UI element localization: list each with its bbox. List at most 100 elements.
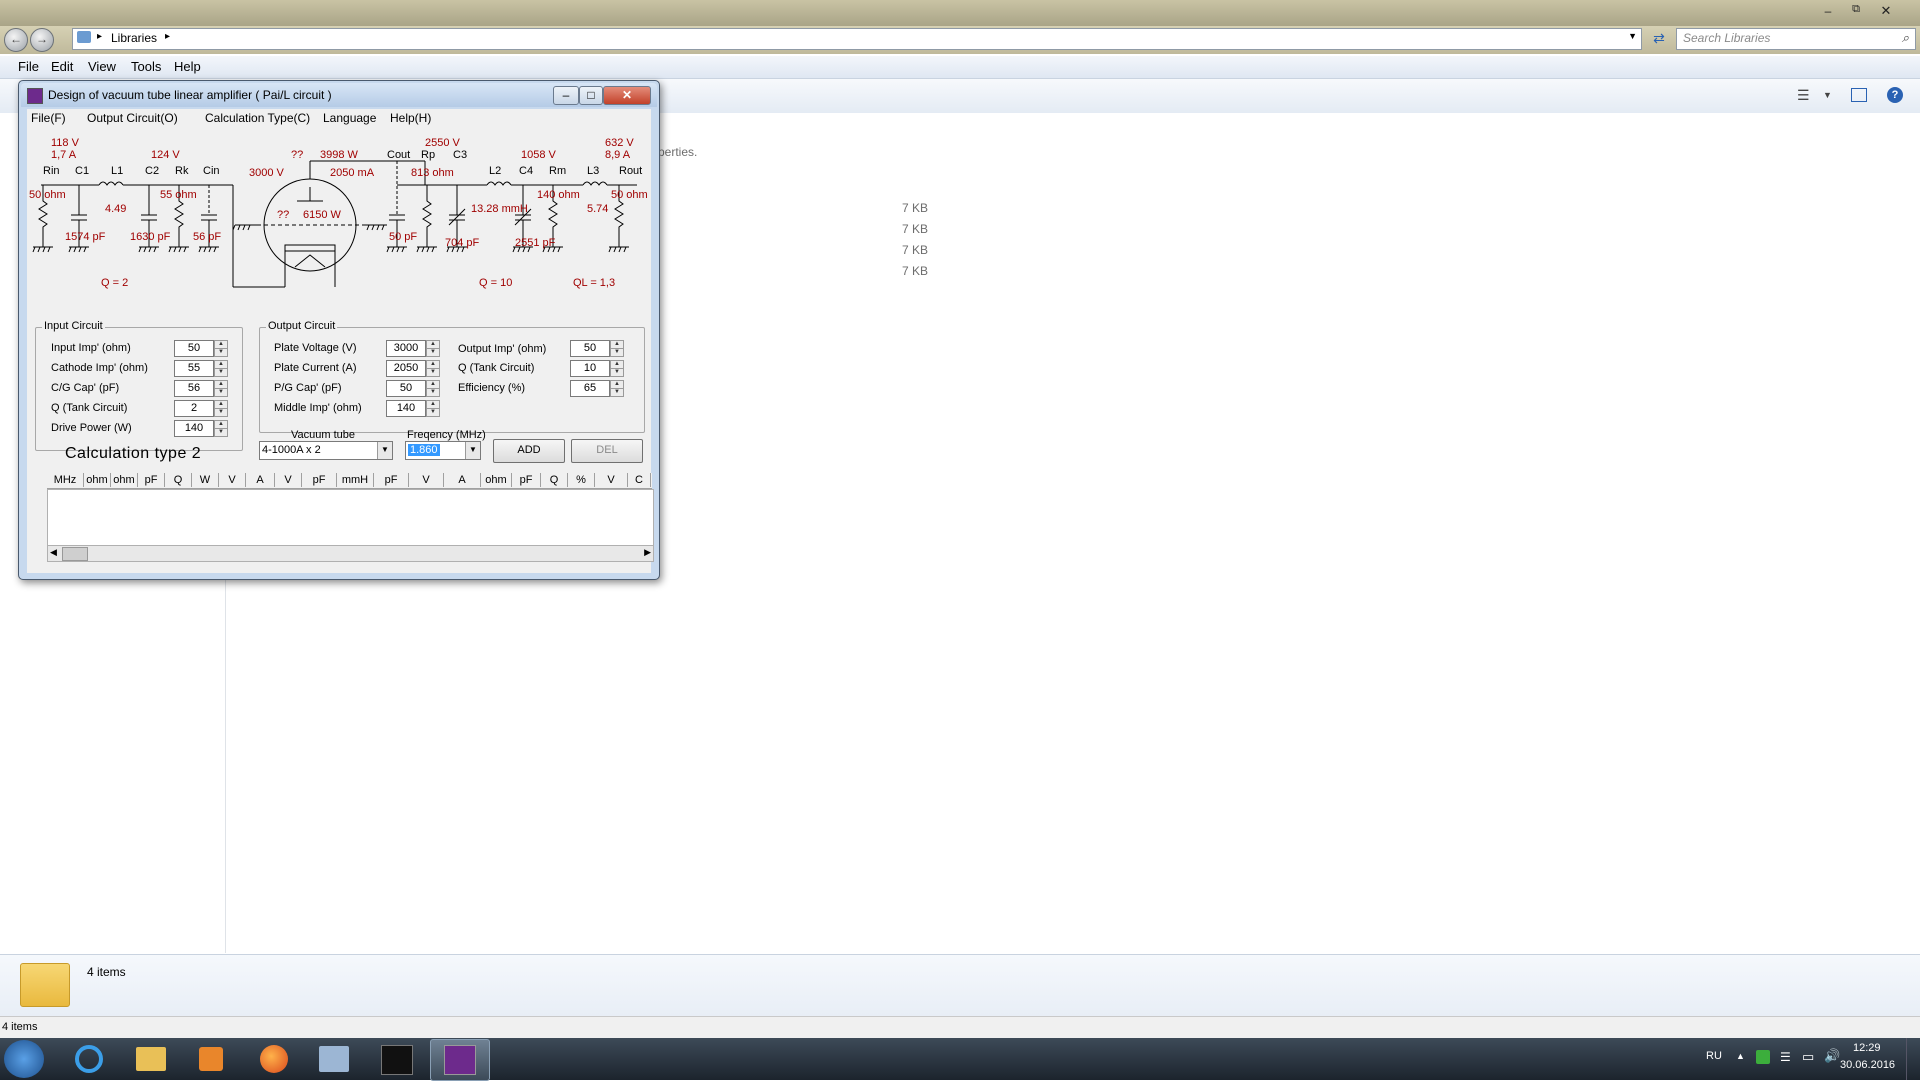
grid-header-cell[interactable]: V: [409, 473, 444, 487]
middle-imp-value[interactable]: 140: [386, 400, 426, 417]
app-menu-file[interactable]: File(F): [31, 111, 66, 125]
grid-header-cell[interactable]: V: [219, 473, 246, 487]
grid-header-cell[interactable]: MHz: [47, 473, 84, 487]
show-desktop-button[interactable]: [1906, 1038, 1920, 1080]
grid-header-cell[interactable]: pF: [302, 473, 337, 487]
forward-icon[interactable]: →: [30, 28, 54, 52]
spin-down-icon[interactable]: ▼: [214, 428, 228, 437]
drive-power-spinner[interactable]: 140 ▲ ▼: [174, 420, 228, 437]
spin-down-icon[interactable]: ▼: [214, 408, 228, 417]
efficiency-value[interactable]: 65: [570, 380, 610, 397]
frequency-value[interactable]: 1.860: [408, 444, 440, 456]
internet-explorer-icon[interactable]: [60, 1039, 118, 1079]
spin-down-icon[interactable]: ▼: [214, 388, 228, 397]
minimize-button[interactable]: –: [553, 86, 579, 105]
menu-view[interactable]: View: [88, 59, 116, 74]
grid-header-cell[interactable]: V: [275, 473, 302, 487]
grid-header-cell[interactable]: A: [246, 473, 275, 487]
window-titlebar[interactable]: Design of vacuum tube linear amplifier (…: [21, 83, 657, 107]
display-icon[interactable]: ▭: [1802, 1049, 1814, 1065]
menu-tools[interactable]: Tools: [131, 59, 161, 74]
restore-icon[interactable]: ⧉: [1846, 3, 1866, 17]
pg-cap-value[interactable]: 50: [386, 380, 426, 397]
spin-down-icon[interactable]: ▼: [426, 348, 440, 357]
chevron-down-icon[interactable]: ▼: [377, 442, 392, 459]
search-input[interactable]: Search Libraries ⌕: [1676, 28, 1916, 50]
plate-current-value[interactable]: 2050: [386, 360, 426, 377]
tray-app-icon[interactable]: [1756, 1050, 1770, 1064]
view-options-icon[interactable]: ☰: [1797, 87, 1810, 104]
close-icon[interactable]: ✕: [1876, 3, 1896, 18]
scroll-left-icon[interactable]: ◀: [50, 547, 57, 558]
cathode-imp-value[interactable]: 55: [174, 360, 214, 377]
grid-header-cell[interactable]: %: [568, 473, 595, 487]
cg-cap-value[interactable]: 56: [174, 380, 214, 397]
breadcrumb-chevron-icon[interactable]: ▸: [165, 31, 170, 42]
back-icon[interactable]: ←: [4, 28, 28, 52]
frequency-select[interactable]: 1.860 ▼: [405, 441, 481, 460]
app-menu-output-circuit[interactable]: Output Circuit(O): [87, 111, 178, 125]
input-q-value[interactable]: 2: [174, 400, 214, 417]
grid-header-cell[interactable]: Q: [165, 473, 192, 487]
input-q-spinner[interactable]: 2 ▲ ▼: [174, 400, 228, 417]
input-imp-spinner[interactable]: 50 ▲ ▼: [174, 340, 228, 357]
menu-edit[interactable]: Edit: [51, 59, 73, 74]
grid-header-cell[interactable]: pF: [138, 473, 165, 487]
file-explorer-icon[interactable]: [122, 1039, 180, 1079]
app-menu-help[interactable]: Help(H): [390, 111, 431, 125]
output-imp-spinner[interactable]: 50 ▲ ▼: [570, 340, 624, 357]
output-q-value[interactable]: 10: [570, 360, 610, 377]
grid-header-cell[interactable]: ohm: [111, 473, 138, 487]
drive-power-value[interactable]: 140: [174, 420, 214, 437]
output-imp-value[interactable]: 50: [570, 340, 610, 357]
app-menu-language[interactable]: Language: [323, 111, 376, 125]
address-dropdown-icon[interactable]: ▼: [1628, 31, 1637, 41]
middle-imp-spinner[interactable]: 140 ▲ ▼: [386, 400, 440, 417]
del-button[interactable]: DEL: [571, 439, 643, 463]
cg-cap-spinner[interactable]: 56 ▲ ▼: [174, 380, 228, 397]
maximize-button[interactable]: □: [579, 86, 603, 105]
start-button-icon[interactable]: [4, 1040, 44, 1078]
show-hidden-icons-icon[interactable]: ▲: [1736, 1051, 1745, 1061]
spin-down-icon[interactable]: ▼: [426, 408, 440, 417]
output-q-spinner[interactable]: 10 ▲ ▼: [570, 360, 624, 377]
help-icon[interactable]: ?: [1887, 87, 1903, 103]
vacuum-tube-select[interactable]: 4-1000A x 2 ▼: [259, 441, 393, 460]
spin-down-icon[interactable]: ▼: [610, 388, 624, 397]
spin-down-icon[interactable]: ▼: [426, 368, 440, 377]
grid-header-cell[interactable]: ohm: [481, 473, 512, 487]
grid-header-cell[interactable]: pF: [374, 473, 409, 487]
preview-pane-icon[interactable]: [1851, 88, 1867, 102]
scroll-right-icon[interactable]: ▶: [644, 547, 651, 558]
spin-down-icon[interactable]: ▼: [426, 388, 440, 397]
language-indicator[interactable]: RU: [1706, 1050, 1722, 1062]
spin-down-icon[interactable]: ▼: [610, 348, 624, 357]
media-player-icon[interactable]: [182, 1039, 240, 1079]
grid-header-cell[interactable]: Q: [541, 473, 568, 487]
spin-down-icon[interactable]: ▼: [214, 348, 228, 357]
scrollbar-thumb[interactable]: [62, 547, 88, 561]
firefox-icon[interactable]: [245, 1039, 303, 1079]
refresh-icon[interactable]: ⇄: [1650, 30, 1668, 48]
close-button[interactable]: ✕: [603, 86, 651, 105]
clock-date[interactable]: 30.06.2016: [1840, 1059, 1895, 1071]
spin-down-icon[interactable]: ▼: [214, 368, 228, 377]
menu-help[interactable]: Help: [174, 59, 201, 74]
clock-time[interactable]: 12:29: [1853, 1042, 1881, 1054]
input-imp-value[interactable]: 50: [174, 340, 214, 357]
chevron-down-icon[interactable]: ▼: [465, 442, 480, 459]
search-icon[interactable]: ⌕: [1902, 30, 1909, 46]
plate-current-spinner[interactable]: 2050 ▲ ▼: [386, 360, 440, 377]
grid-header-cell[interactable]: V: [595, 473, 628, 487]
menu-file[interactable]: File: [18, 59, 39, 74]
breadcrumb-libraries[interactable]: Libraries: [111, 31, 157, 45]
grid-header-cell[interactable]: pF: [512, 473, 541, 487]
efficiency-spinner[interactable]: 65 ▲ ▼: [570, 380, 624, 397]
address-bar[interactable]: ▸ Libraries ▸ ▼: [72, 28, 1642, 50]
horizontal-scrollbar[interactable]: ◀ ▶: [47, 545, 654, 562]
plate-voltage-value[interactable]: 3000: [386, 340, 426, 357]
volume-icon[interactable]: 🔊: [1824, 1048, 1840, 1064]
grid-header-cell[interactable]: mmH: [337, 473, 374, 487]
grid-header-cell[interactable]: A: [444, 473, 481, 487]
app-menu-calculation-type[interactable]: Calculation Type(C): [205, 111, 310, 125]
